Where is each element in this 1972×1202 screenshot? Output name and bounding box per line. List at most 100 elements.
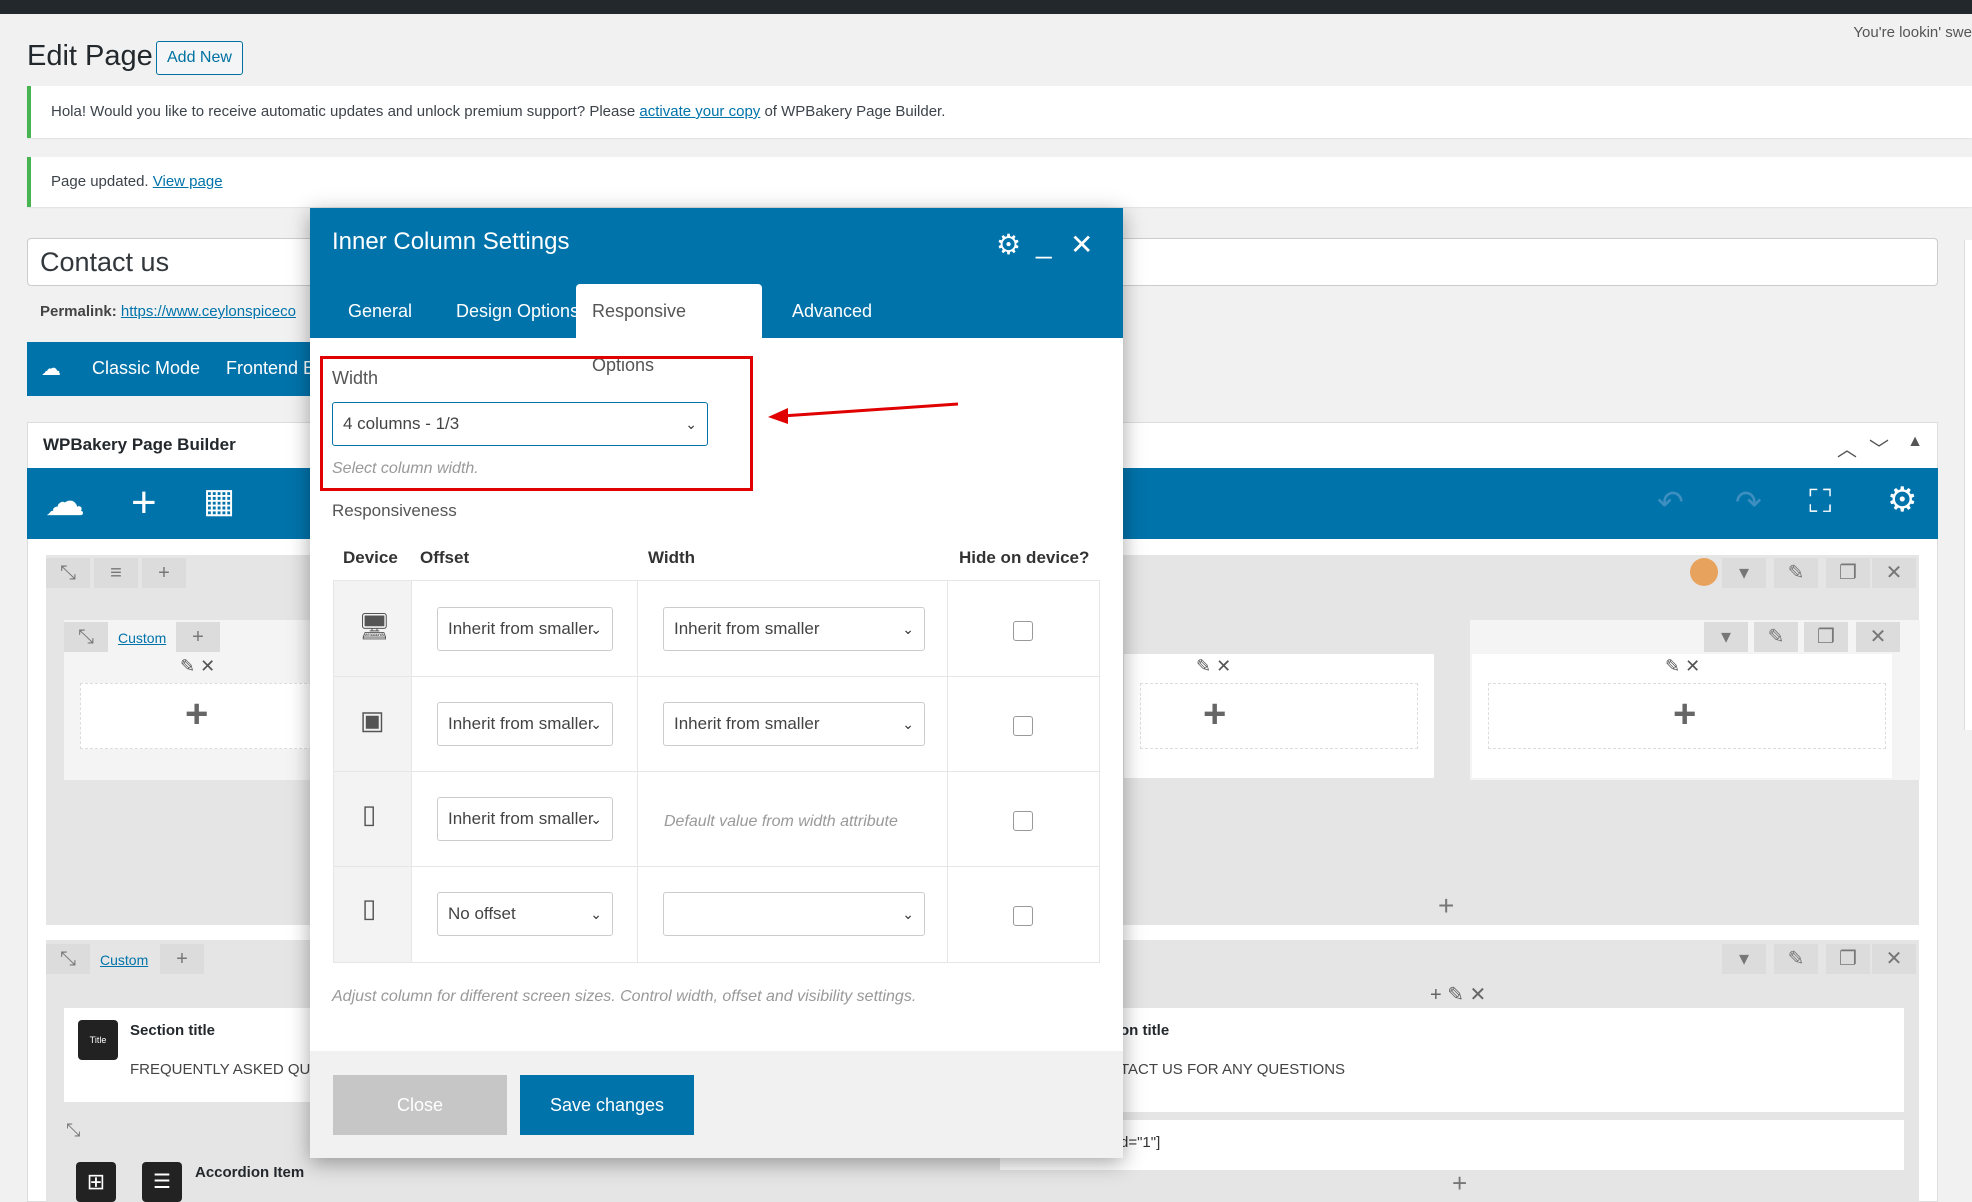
activate-link[interactable]: activate your copy (639, 103, 760, 120)
templates-icon[interactable]: ▦ (203, 484, 235, 518)
column-edit-icon[interactable]: ✎ (1754, 622, 1798, 652)
hide-tablet-landscape-checkbox[interactable] (1013, 716, 1033, 736)
hide-tablet-portrait-checkbox[interactable] (1013, 811, 1033, 831)
offset-select-tablet-portrait[interactable]: Inherit from smaller ⌄ (437, 797, 613, 841)
empty-element-slot[interactable]: + (1140, 683, 1418, 749)
update-notice-suffix: of WPBakery Page Builder. (764, 103, 946, 120)
custom-label[interactable]: Custom (118, 630, 166, 648)
arrow-head (768, 408, 788, 424)
row-dropdown-icon[interactable]: ▾ (1722, 558, 1766, 588)
width-header: Width (648, 548, 696, 567)
width-select-mobile[interactable]: ⌄ (663, 892, 925, 936)
permalink-url[interactable]: https://www.ceylonspiceco (121, 303, 296, 320)
column-add-icon[interactable]: + (176, 622, 220, 652)
offset-select-mobile[interactable]: No offset ⌄ (437, 892, 613, 936)
tab-advanced[interactable]: Advanced (776, 284, 888, 338)
settings-gear-icon[interactable]: ⚙ (1887, 483, 1917, 517)
collapse-icon[interactable]: ▲ (1907, 433, 1923, 451)
classic-mode-button[interactable]: Classic Mode (92, 358, 200, 379)
row2-clone-icon[interactable]: ❐ (1826, 944, 1870, 974)
row2-delete-icon[interactable]: ✕ (1872, 944, 1916, 974)
add-element-icon[interactable]: + (185, 692, 208, 737)
right-element-controls[interactable]: + ✎ ✕ (1430, 982, 1486, 1007)
side-panel-edge (1964, 240, 1972, 730)
right-column-controls[interactable]: ✎ ✕ (1665, 656, 1700, 677)
move-up-icon[interactable]: ︿ (1837, 433, 1857, 462)
tablet-portrait-icon: ▯ (362, 799, 377, 829)
save-changes-button[interactable]: Save changes (520, 1075, 694, 1135)
offset-value: Inherit from smaller (448, 809, 594, 828)
hide-mobile-checkbox[interactable] (1013, 906, 1033, 926)
redo-icon[interactable]: ↷ (1735, 486, 1762, 518)
row-layout-icon[interactable]: ≡ (94, 558, 138, 588)
divider (334, 771, 1099, 772)
row-add-icon[interactable]: + (142, 558, 186, 588)
chevron-down-icon: ⌄ (902, 621, 914, 637)
faq-heading-text: FREQUENTLY ASKED QUE (130, 1061, 321, 1078)
column-drag-icon[interactable]: ⤡ (64, 622, 108, 652)
row-clone-icon[interactable]: ❐ (1826, 558, 1870, 588)
middle-column-controls[interactable]: ✎ ✕ (1196, 656, 1231, 677)
row-delete-icon[interactable]: ✕ (1872, 558, 1916, 588)
right-section-title-element[interactable]: on title TACT US FOR ANY QUESTIONS (1010, 1008, 1904, 1112)
offset-select-desktop[interactable]: Inherit from smaller ⌄ (437, 607, 613, 651)
builder-header-title: WPBakery Page Builder (43, 435, 236, 454)
accordion-drag-icon[interactable]: ⤡ (66, 1120, 80, 1141)
row2-edit-icon[interactable]: ✎ (1774, 944, 1818, 974)
frontend-editor-button[interactable]: Frontend E (226, 358, 315, 379)
width-value: Inherit from smaller (674, 714, 820, 733)
minimize-icon[interactable]: _ (1036, 228, 1052, 260)
chevron-down-icon: ⌄ (590, 621, 602, 637)
modal-settings-icon[interactable]: ⚙ (996, 228, 1021, 261)
accordion-item-icon: ☰ (142, 1162, 182, 1202)
row2-add-icon[interactable]: + (160, 944, 204, 974)
add-row-icon[interactable]: + (1438, 890, 1454, 922)
row-edit-icon[interactable]: ✎ (1774, 558, 1818, 588)
update-notice-text: Hola! Would you like to receive automati… (51, 103, 636, 120)
fullscreen-icon[interactable]: ⛶ (1809, 485, 1831, 517)
chevron-down-icon: ⌄ (590, 906, 602, 922)
column-dropdown-icon[interactable]: ▾ (1704, 622, 1748, 652)
move-down-icon[interactable]: ﹀ (1869, 433, 1889, 462)
hide-desktop-checkbox[interactable] (1013, 621, 1033, 641)
view-page-link[interactable]: View page (153, 173, 223, 190)
wpbakery-cloud-icon[interactable]: ☁ (45, 482, 85, 522)
offset-value: Inherit from smaller (448, 714, 594, 733)
empty-element-slot[interactable]: + (1488, 683, 1886, 749)
width-select-tablet-landscape[interactable]: Inherit from smaller ⌄ (663, 702, 925, 746)
section-title-label: Section title (130, 1022, 216, 1039)
divider (334, 866, 1099, 867)
width-select-desktop[interactable]: Inherit from smaller ⌄ (663, 607, 925, 651)
add-element-icon[interactable]: + (131, 481, 157, 525)
add-element-icon[interactable]: + (1673, 692, 1696, 737)
arrow-shaft (781, 402, 959, 418)
offset-value: Inherit from smaller (448, 619, 594, 638)
row2-dropdown-icon[interactable]: ▾ (1722, 944, 1766, 974)
add-new-button[interactable]: Add New (156, 41, 243, 75)
shortcode-element[interactable]: d="1"] (1000, 1120, 1904, 1170)
offset-select-tablet-landscape[interactable]: Inherit from smaller ⌄ (437, 702, 613, 746)
close-button[interactable]: Close (333, 1075, 507, 1135)
add-element-icon[interactable]: + (1452, 1168, 1467, 1199)
tab-design-options[interactable]: Design Options (440, 284, 595, 338)
inner-column-settings-modal: Inner Column Settings ⚙ _ ✕ General Desi… (310, 208, 1123, 1158)
element-edit-icon[interactable]: ✎ ✕ (180, 656, 215, 677)
row-drag-icon[interactable]: ⤡ (46, 558, 90, 588)
chevron-down-icon: ⌄ (902, 716, 914, 732)
add-element-icon[interactable]: + (1203, 692, 1226, 737)
undo-icon[interactable]: ↶ (1657, 486, 1684, 518)
row2-drag-icon[interactable]: ⤡ (46, 944, 90, 974)
column-clone-icon[interactable]: ❐ (1804, 622, 1848, 652)
device-header: Device (343, 548, 398, 567)
tab-responsive-options[interactable]: Responsive Options (576, 284, 762, 375)
row2-custom-label[interactable]: Custom (100, 952, 148, 970)
tab-general[interactable]: General (332, 284, 428, 338)
greeting-text: You're lookin' swe (1853, 24, 1972, 41)
page-title: Edit Page (27, 40, 153, 72)
column-delete-icon[interactable]: ✕ (1856, 622, 1900, 652)
close-icon[interactable]: ✕ (1070, 228, 1093, 261)
modal-footer: Close Save changes (310, 1051, 1123, 1158)
avatar (1690, 558, 1718, 586)
empty-element-slot[interactable]: + (80, 683, 312, 749)
responsive-table: 🖥 Inherit from smaller ⌄ Inherit from sm… (333, 580, 1100, 963)
